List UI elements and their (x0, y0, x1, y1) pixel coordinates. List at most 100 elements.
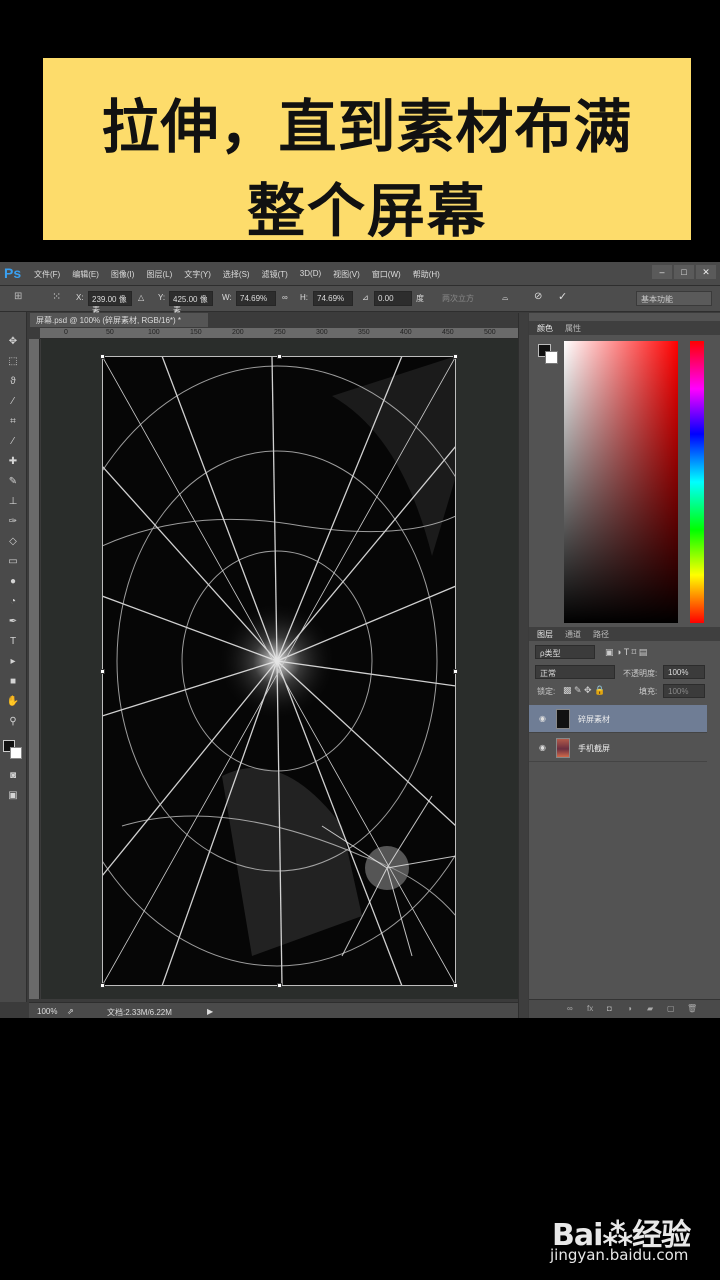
share-icon[interactable]: ⇗ (67, 1007, 74, 1016)
x-field[interactable]: 239.00 像素 (88, 291, 132, 315)
history-brush-icon[interactable]: ✑ (5, 514, 21, 530)
crop-tool-icon[interactable]: ⌗ (5, 414, 21, 430)
menu-image[interactable]: 图像(I) (111, 269, 135, 280)
new-group-icon[interactable]: ▰ (647, 1004, 653, 1013)
commit-transform-icon[interactable]: ✓ (558, 290, 567, 303)
canvas-area[interactable] (41, 339, 518, 999)
move-tool-icon[interactable]: ✥ (5, 334, 21, 350)
tab-color[interactable]: 颜色 (537, 323, 553, 334)
shape-tool-icon[interactable]: ■ (5, 674, 21, 690)
transform-tool-icon[interactable]: ⊞ (14, 291, 22, 302)
background-color-swatch[interactable] (10, 747, 22, 759)
lock-icons[interactable]: ▩ ✎ ✥ 🔒 (563, 685, 605, 696)
close-button[interactable]: ✕ (696, 265, 716, 279)
color-picker-field[interactable] (564, 341, 678, 623)
watermark-url: jingyan.baidu.com (550, 1246, 689, 1264)
delete-layer-icon[interactable]: 🗑 (687, 1004, 697, 1013)
menu-view[interactable]: 视图(V) (333, 269, 360, 280)
document-tab[interactable]: 屏幕.psd @ 100% (碎屏素材, RGB/16*) * (30, 313, 208, 327)
tab-layers[interactable]: 图层 (537, 629, 553, 640)
transform-handle-tr[interactable] (453, 354, 458, 359)
menu-edit[interactable]: 编辑(E) (72, 269, 99, 280)
marquee-tool-icon[interactable]: ⬚ (5, 354, 21, 370)
link-icon[interactable]: ∞ (282, 293, 288, 302)
adjustment-layer-icon[interactable]: ◑ (627, 1004, 632, 1013)
zoom-tool-icon[interactable]: ⚲ (5, 714, 21, 730)
pen-tool-icon[interactable]: ✒ (5, 614, 21, 630)
delta-icon[interactable]: △ (138, 293, 144, 302)
maximize-button[interactable]: □ (674, 265, 694, 279)
tools-panel: ✥ ⬚ ϑ ⁄ ⌗ ⁄ ✚ ✎ ⊥ ✑ ◇ ▭ ● ◔ ✒ T ▸ ■ ✋ ⚲ … (0, 312, 27, 1002)
status-bar: 100% ⇗ 文档:2.33M/6.22M ▶ (29, 1002, 518, 1018)
fx-icon[interactable]: fx (587, 1004, 593, 1013)
quick-select-icon[interactable]: ⁄ (5, 394, 21, 410)
hue-slider[interactable] (690, 341, 704, 623)
angle-field[interactable]: 0.00 (374, 291, 412, 306)
blend-mode-select[interactable]: 正常 (535, 665, 615, 679)
w-field[interactable]: 74.69% (236, 291, 276, 306)
brush-tool-icon[interactable]: ✎ (5, 474, 21, 490)
tab-properties[interactable]: 属性 (565, 323, 581, 334)
ruler-tick: 0 (64, 329, 68, 336)
menu-type[interactable]: 文字(Y) (184, 269, 211, 280)
transform-handle-br[interactable] (453, 983, 458, 988)
warp-icon[interactable]: ⌓ (502, 293, 508, 303)
clone-stamp-icon[interactable]: ⊥ (5, 494, 21, 510)
menu-help[interactable]: 帮助(H) (413, 269, 440, 280)
add-mask-icon[interactable]: ◘ (607, 1004, 612, 1013)
interpolation-select[interactable]: 两次立方 (442, 293, 474, 304)
transform-handle-left[interactable] (100, 669, 105, 674)
tab-channels[interactable]: 通道 (565, 629, 581, 640)
transform-handle-top[interactable] (277, 354, 282, 359)
type-tool-icon[interactable]: T (5, 634, 21, 650)
blur-icon[interactable]: ● (5, 574, 21, 590)
eraser-icon[interactable]: ◇ (5, 534, 21, 550)
quick-mask-icon[interactable]: ◙ (5, 768, 21, 784)
visibility-eye-icon[interactable]: ◉ (539, 714, 546, 723)
transform-handle-bottom[interactable] (277, 983, 282, 988)
gradient-icon[interactable]: ▭ (5, 554, 21, 570)
fill-field[interactable]: 100% (663, 684, 705, 698)
screen-mode-icon[interactable]: ▣ (5, 788, 21, 804)
dodge-icon[interactable]: ◔ (5, 594, 21, 610)
ruler-tick: 500 (484, 329, 496, 336)
transform-handle-tl[interactable] (100, 354, 105, 359)
new-layer-icon[interactable]: ▢ (667, 1004, 675, 1013)
y-field[interactable]: 425.00 像素 (169, 291, 213, 315)
free-transform-box[interactable] (100, 354, 458, 988)
h-field[interactable]: 74.69% (313, 291, 353, 306)
layer-row-cracked-glass[interactable]: ◉ 碎屏素材 (529, 705, 707, 733)
menu-layer[interactable]: 图层(L) (146, 269, 172, 280)
layer-filter-icons[interactable]: ▣ ◑ T ⌑ ▤ (605, 647, 647, 658)
menu-file[interactable]: 文件(F) (34, 269, 60, 280)
opacity-field[interactable]: 100% (663, 665, 705, 679)
workspace-select[interactable]: 基本功能 (636, 291, 712, 306)
healing-brush-icon[interactable]: ✚ (5, 454, 21, 470)
hand-tool-icon[interactable]: ✋ (5, 694, 21, 710)
lasso-tool-icon[interactable]: ϑ (5, 374, 21, 390)
color-panel-background-swatch[interactable] (545, 351, 558, 364)
visibility-eye-icon[interactable]: ◉ (539, 743, 546, 752)
tab-paths[interactable]: 路径 (593, 629, 609, 640)
menu-select[interactable]: 选择(S) (223, 269, 250, 280)
transform-handle-bl[interactable] (100, 983, 105, 988)
banner-line-2: 整个屏幕 (246, 177, 487, 245)
ruler-tick: 400 (400, 329, 412, 336)
minimize-button[interactable]: – (652, 265, 672, 279)
link-layers-icon[interactable]: ∞ (567, 1004, 573, 1013)
zoom-level[interactable]: 100% (37, 1007, 57, 1016)
menu-filter[interactable]: 滤镜(T) (262, 269, 288, 280)
layer-filter-kind[interactable]: ρ类型 (535, 645, 595, 659)
menu-window[interactable]: 窗口(W) (372, 269, 401, 280)
layer-row-phone-screenshot[interactable]: ◉ 手机截屏 (529, 734, 707, 762)
lock-label: 锁定: (537, 687, 556, 696)
path-select-icon[interactable]: ▸ (5, 654, 21, 670)
eyedropper-icon[interactable]: ⁄ (5, 434, 21, 450)
reference-point-icon[interactable]: ⁙ (52, 290, 61, 303)
vertical-scrollbar[interactable] (518, 313, 528, 1018)
fill-label: 填充: (639, 687, 658, 696)
menu-3d[interactable]: 3D(D) (300, 269, 321, 280)
transform-handle-right[interactable] (453, 669, 458, 674)
cancel-transform-icon[interactable]: ⊘ (534, 291, 542, 302)
status-menu-arrow-icon[interactable]: ▶ (207, 1007, 213, 1016)
